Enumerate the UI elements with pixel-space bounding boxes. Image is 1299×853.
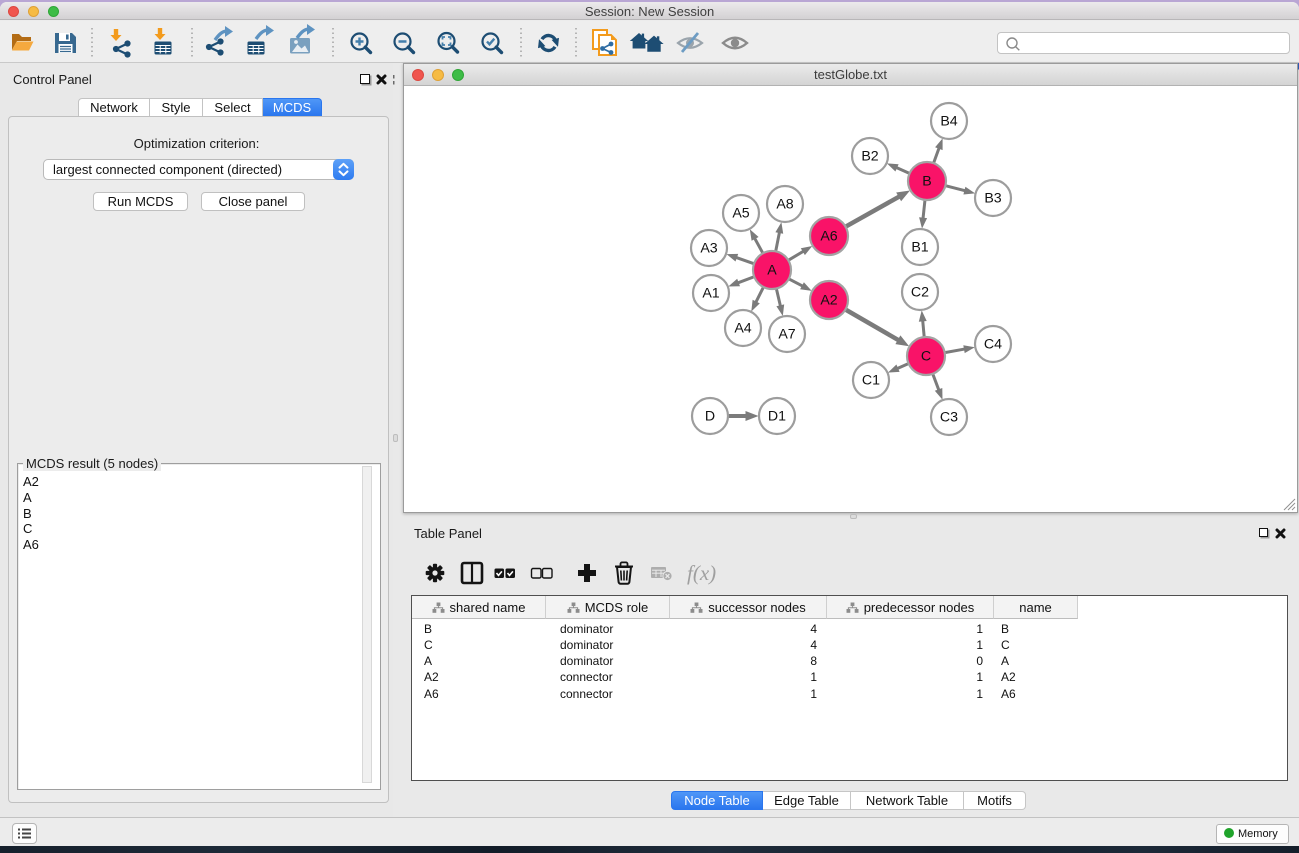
svg-text:D1: D1 [768, 409, 786, 425]
svg-text:C1: C1 [862, 373, 880, 389]
svg-text:A3: A3 [700, 241, 717, 257]
svg-text:A5: A5 [732, 206, 749, 222]
svg-text:A4: A4 [734, 321, 751, 337]
svg-text:B1: B1 [911, 240, 928, 256]
svg-text:A: A [767, 263, 777, 279]
svg-text:A1: A1 [702, 286, 719, 302]
svg-text:A6: A6 [820, 229, 837, 245]
svg-text:D: D [705, 409, 715, 425]
svg-text:B2: B2 [861, 149, 878, 165]
svg-text:A2: A2 [820, 293, 837, 309]
svg-text:f(x): f(x) [687, 561, 716, 585]
svg-text:C: C [921, 349, 931, 365]
svg-text:C3: C3 [940, 410, 958, 426]
svg-text:A7: A7 [778, 327, 795, 343]
svg-text:C2: C2 [911, 285, 929, 301]
svg-text:A8: A8 [776, 197, 793, 213]
svg-text:B: B [922, 174, 931, 190]
svg-text:B3: B3 [984, 191, 1001, 207]
svg-text:B4: B4 [940, 114, 957, 130]
svg-text:C4: C4 [984, 337, 1002, 353]
